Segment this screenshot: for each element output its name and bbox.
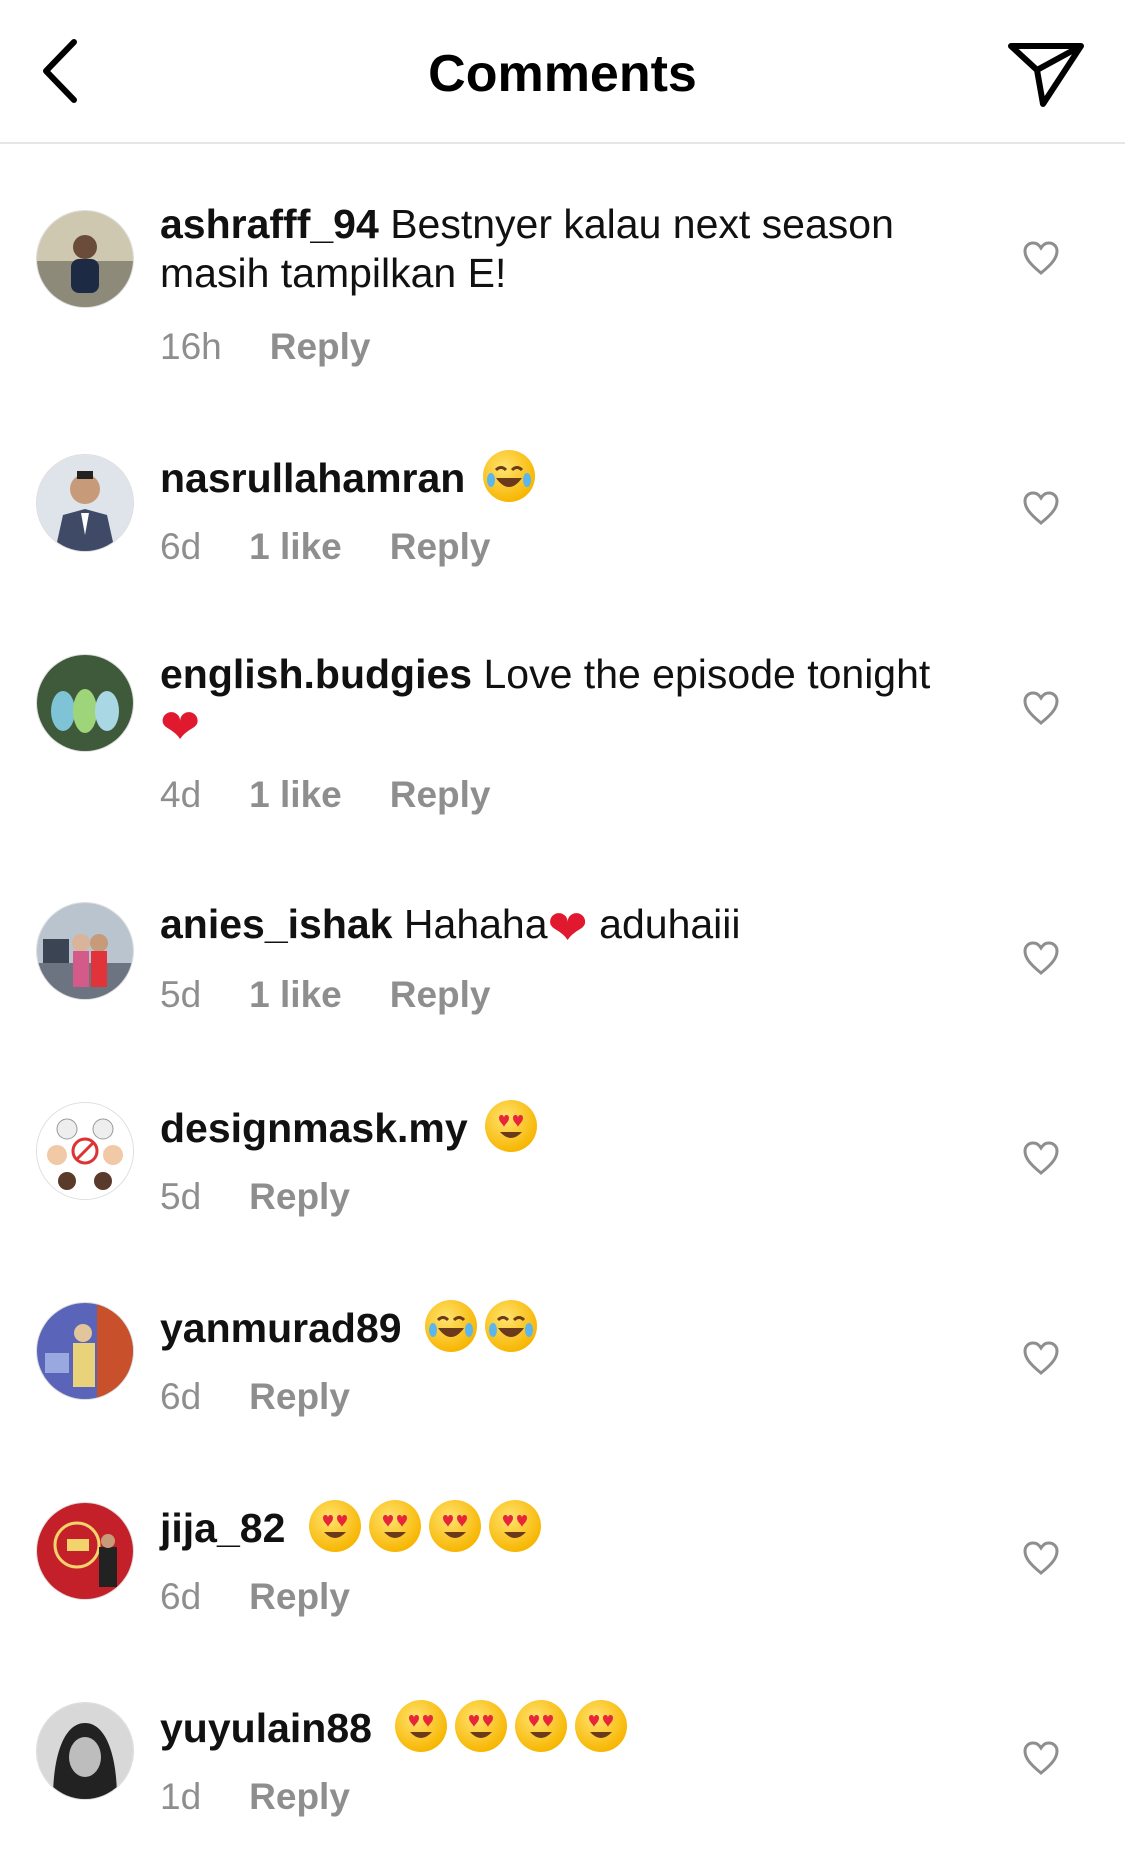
heart-outline-icon[interactable] [1022,1540,1060,1576]
avatar[interactable] [36,1302,134,1400]
heart-eyes-emoji [515,1700,568,1752]
comment-timestamp: 5d [160,1176,202,1217]
comment-meta: 6d Reply [160,1376,350,1418]
comment-timestamp: 5d [160,974,202,1015]
comment-timestamp: 16h [160,326,222,367]
heart-eyes-emoji [395,1700,448,1752]
header-bar: Comments [0,0,1125,144]
comment-meta: 16h Reply [160,326,371,368]
avatar[interactable] [36,454,134,552]
comment-timestamp: 1d [160,1776,202,1817]
comment-timestamp: 4d [160,774,202,815]
reply-button[interactable]: Reply [249,1576,350,1617]
likes-count[interactable]: 1 like [249,974,342,1015]
comment-username[interactable]: nasrullahamran [160,455,465,501]
heart-outline-icon[interactable] [1022,490,1060,526]
reply-button[interactable]: Reply [249,1376,350,1417]
reply-button[interactable]: Reply [390,774,491,815]
likes-count[interactable]: 1 like [249,526,342,567]
comment-meta: 1d Reply [160,1776,350,1818]
comment-timestamp: 6d [160,1376,202,1417]
heart-eyes-emoji [368,1500,421,1552]
comment-username[interactable]: designmask.my [160,1105,468,1151]
heart-eyes-emoji [485,1100,538,1152]
red-heart-emoji: ❤ [160,701,201,754]
comment-timestamp: 6d [160,1576,202,1617]
heart-eyes-emoji [488,1500,541,1552]
comment-username[interactable]: jija_82 [160,1505,285,1551]
comment-username[interactable]: english.budgies [160,651,472,697]
heart-outline-icon[interactable] [1022,1740,1060,1776]
reply-button[interactable]: Reply [249,1776,350,1817]
avatar[interactable] [36,902,134,1000]
likes-count[interactable]: 1 like [249,774,342,815]
comment-meta: 6d 1 like Reply [160,526,491,568]
heart-outline-icon[interactable] [1022,940,1060,976]
laughing-tears-emoji [482,450,535,502]
heart-outline-icon[interactable] [1022,1140,1060,1176]
heart-eyes-emoji [455,1700,508,1752]
avatar[interactable] [36,654,134,752]
comment-text: Hahaha [403,901,548,947]
comment-meta: 5d Reply [160,1176,350,1218]
comment-meta: 6d Reply [160,1576,350,1618]
reply-button[interactable]: Reply [270,326,371,367]
comment-username[interactable]: anies_ishak [160,901,393,947]
reply-button[interactable]: Reply [390,974,491,1015]
comment-timestamp: 6d [160,526,202,567]
heart-outline-icon[interactable] [1022,690,1060,726]
avatar[interactable] [36,1702,134,1800]
heart-eyes-emoji [575,1700,628,1752]
avatar[interactable] [36,1102,134,1200]
page-title: Comments [428,45,697,103]
comment-username[interactable]: ashrafff_94 [160,201,379,247]
heart-outline-icon[interactable] [1022,240,1060,276]
red-heart-emoji: ❤ [547,902,588,955]
reply-button[interactable]: Reply [390,526,491,567]
comment-meta: 4d 1 like Reply [160,774,491,816]
heart-outline-icon[interactable] [1022,1340,1060,1376]
paper-plane-icon[interactable] [1005,40,1087,108]
heart-eyes-emoji [308,1500,361,1552]
rolling-laughing-emoji [484,1300,537,1352]
rolling-laughing-emoji [424,1300,477,1352]
comment-meta: 5d 1 like Reply [160,974,491,1016]
avatar[interactable] [36,210,134,308]
heart-eyes-emoji [428,1500,481,1552]
comment-username[interactable]: yuyulain88 [160,1705,372,1751]
comment-username[interactable]: yanmurad89 [160,1305,402,1351]
comment-text: Love the episode tonight [483,651,931,697]
reply-button[interactable]: Reply [249,1176,350,1217]
avatar[interactable] [36,1502,134,1600]
comment-text-after: aduhaiii [599,901,741,947]
